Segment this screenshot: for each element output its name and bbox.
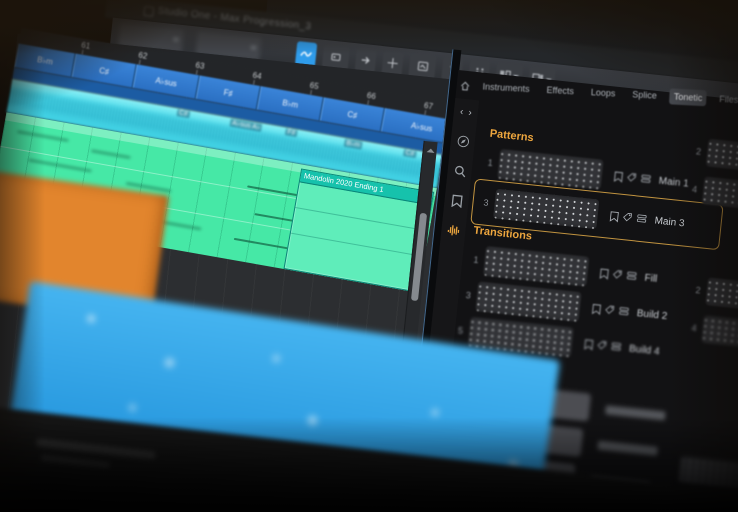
app-icon bbox=[143, 6, 154, 17]
forward-icon[interactable]: › bbox=[468, 107, 472, 118]
tag-icon bbox=[622, 212, 633, 223]
row-number: 1 bbox=[482, 157, 493, 168]
row-number: 1 bbox=[468, 254, 479, 265]
audition-wave-icon[interactable] bbox=[446, 224, 460, 237]
layers-icon bbox=[641, 173, 652, 183]
bookmark-icon bbox=[592, 303, 602, 315]
row-icons bbox=[613, 170, 651, 185]
tab-splice[interactable]: Splice bbox=[628, 86, 661, 104]
pattern-thumbnail[interactable] bbox=[701, 315, 738, 352]
pattern-thumbnail[interactable] bbox=[475, 281, 582, 322]
row-icons bbox=[599, 267, 637, 282]
pattern-label: Main 1 bbox=[658, 175, 689, 189]
explore-icon[interactable] bbox=[456, 134, 470, 148]
tab-loops[interactable]: Loops bbox=[586, 84, 619, 102]
bookmark-icon bbox=[599, 267, 609, 279]
row-number: 4 bbox=[687, 184, 698, 195]
tag-icon bbox=[597, 340, 608, 351]
scroll-up-arrow[interactable] bbox=[427, 144, 436, 153]
pattern-thumbnail[interactable] bbox=[705, 277, 738, 314]
row-icons bbox=[609, 210, 647, 225]
pattern-thumbnail[interactable] bbox=[706, 139, 738, 176]
tab-tonetic[interactable]: Tonetic bbox=[669, 88, 706, 106]
blurred-smudge bbox=[40, 455, 110, 469]
row-icons bbox=[584, 338, 622, 353]
photo-stage: Studio One - Max Progression_3 bbox=[0, 0, 738, 512]
wave-chord: F♯ bbox=[285, 128, 298, 137]
layers-icon bbox=[611, 341, 622, 351]
wave-chord: C♯ bbox=[176, 109, 190, 118]
tag-icon bbox=[627, 172, 638, 183]
section-header-patterns: Patterns bbox=[489, 128, 534, 145]
bookmark-icon bbox=[584, 338, 594, 350]
pattern-label: Main 3 bbox=[654, 215, 685, 229]
home-icon[interactable] bbox=[460, 81, 469, 90]
tag-icon bbox=[605, 304, 616, 315]
row-number: 3 bbox=[460, 290, 471, 301]
wave-chord: B♭m bbox=[344, 139, 363, 150]
back-icon[interactable]: ‹ bbox=[459, 106, 463, 117]
wave-chord: C♯ bbox=[403, 149, 417, 158]
row-number: 3 bbox=[478, 197, 489, 208]
tab-effects[interactable]: Effects bbox=[542, 82, 578, 100]
row-number: 4 bbox=[686, 322, 697, 333]
transition-row-right[interactable]: 2 bbox=[689, 276, 738, 315]
layers-icon bbox=[619, 306, 630, 316]
transition-label: Build 4 bbox=[629, 343, 661, 357]
row-number: 5 bbox=[453, 325, 464, 336]
bookmark-icon bbox=[609, 210, 619, 222]
transition-row-right[interactable]: 4 bbox=[685, 313, 738, 352]
layers-icon bbox=[636, 213, 647, 223]
search-icon[interactable] bbox=[453, 164, 467, 178]
tag-icon bbox=[612, 269, 623, 280]
blurred-label bbox=[597, 440, 658, 455]
pattern-row-right[interactable]: 2 bbox=[690, 137, 738, 176]
row-icons bbox=[592, 303, 630, 318]
tab-instruments[interactable]: Instruments bbox=[478, 78, 534, 97]
blurred-label bbox=[605, 405, 666, 420]
pattern-thumbnail[interactable] bbox=[483, 246, 590, 287]
bookmark-icon[interactable] bbox=[450, 194, 462, 208]
layers-icon bbox=[626, 270, 637, 280]
transition-label: Build 2 bbox=[636, 308, 668, 322]
row-number: 2 bbox=[690, 285, 701, 296]
row-number: 2 bbox=[691, 146, 702, 157]
tab-files[interactable]: Files bbox=[715, 91, 738, 108]
bookmark-icon bbox=[613, 170, 623, 182]
transition-label: Fill bbox=[644, 272, 658, 284]
